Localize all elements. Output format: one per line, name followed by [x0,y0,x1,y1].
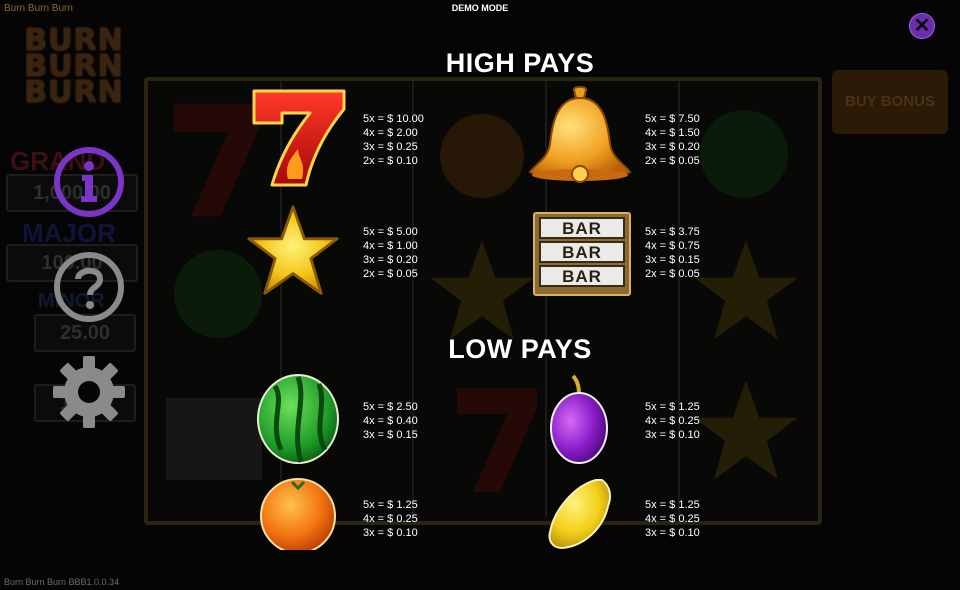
bar-label: BAR [539,265,625,287]
pay-line: 4x = $ 0.40 [363,415,418,427]
pay-line: 3x = $ 0.10 [645,527,700,539]
bar-paytable: 5x = $ 3.75 4x = $ 0.75 3x = $ 0.15 2x =… [645,225,700,281]
pay-line: 2x = $ 0.05 [363,268,418,280]
pay-line: 5x = $ 10.00 [363,113,424,125]
pay-line: 5x = $ 1.25 [363,499,418,511]
pay-line: 2x = $ 0.10 [363,155,418,167]
high-pays-title: HIGH PAYS [445,48,595,78]
bg-seven-icon [457,388,537,492]
info-icon[interactable] [52,144,126,220]
pay-line: 3x = $ 0.15 [363,429,418,441]
star-icon [247,205,339,295]
bg-star-icon [694,380,798,480]
pay-line: 3x = $ 0.10 [363,527,418,539]
orange-icon [260,478,336,550]
close-icon: ✕ [913,15,931,37]
pay-line: 4x = $ 1.00 [363,240,418,252]
pay-line: 5x = $ 5.00 [363,226,418,238]
seven-icon [252,89,346,187]
pay-line: 5x = $ 7.50 [645,113,700,125]
pay-line: 2x = $ 0.05 [645,155,700,167]
watermelon-icon [257,374,339,464]
background-game: Burn Burn Burn BURN BURN BURN GRAND 1,00… [0,0,960,590]
pay-line: 3x = $ 0.15 [645,254,700,266]
low-pays-title: LOW PAYS [448,334,592,364]
orange-paytable: 5x = $ 1.25 4x = $ 0.25 3x = $ 0.10 [363,498,418,540]
buy-bonus-button: BUY BONUS [832,70,948,134]
bg-star-icon [430,240,534,340]
close-button[interactable]: ✕ [909,13,935,39]
watermelon-paytable: 5x = $ 2.50 4x = $ 0.40 3x = $ 0.15 [363,400,418,442]
pay-line: 5x = $ 1.25 [645,401,700,413]
pay-line: 5x = $ 2.50 [363,401,418,413]
pay-line: 3x = $ 0.25 [363,141,418,153]
pay-line: 5x = $ 1.25 [645,499,700,511]
help-icon[interactable] [52,249,126,325]
pay-line: 2x = $ 0.05 [645,268,700,280]
pay-line: 5x = $ 3.75 [645,226,700,238]
pay-line: 4x = $ 1.50 [645,127,700,139]
pay-line: 4x = $ 0.25 [645,415,700,427]
seven-paytable: 5x = $ 10.00 4x = $ 2.00 3x = $ 0.25 2x … [363,112,424,168]
bell-paytable: 5x = $ 7.50 4x = $ 1.50 3x = $ 0.20 2x =… [645,112,700,168]
pay-line: 4x = $ 2.00 [363,127,418,139]
bell-icon [528,86,632,183]
bg-star-icon [694,240,798,340]
bar-icon: BAR BAR BAR [533,212,631,296]
bar-label: BAR [539,217,625,239]
bg-orange-icon [440,114,524,198]
pay-line: 3x = $ 0.20 [363,254,418,266]
pay-line: 4x = $ 0.75 [645,240,700,252]
pay-line: 3x = $ 0.10 [645,429,700,441]
pay-line: 4x = $ 0.25 [363,513,418,525]
pay-line: 3x = $ 0.20 [645,141,700,153]
lemon-paytable: 5x = $ 1.25 4x = $ 0.25 3x = $ 0.10 [645,498,700,540]
logo-word-3: BURN [24,75,124,110]
bg-bar-icon [166,398,262,480]
plum-paytable: 5x = $ 1.25 4x = $ 0.25 3x = $ 0.10 [645,400,700,442]
demo-mode-label: DEMO MODE [451,3,509,13]
star-paytable: 5x = $ 5.00 4x = $ 1.00 3x = $ 0.20 2x =… [363,225,418,281]
bg-watermelon-icon [700,110,788,198]
lemon-icon [548,479,611,550]
bar-label: BAR [539,241,625,263]
version-label: Burn Burn Burn BBB1.0.0.34 [4,577,120,587]
pay-line: 4x = $ 0.25 [645,513,700,525]
plum-icon [550,374,608,464]
